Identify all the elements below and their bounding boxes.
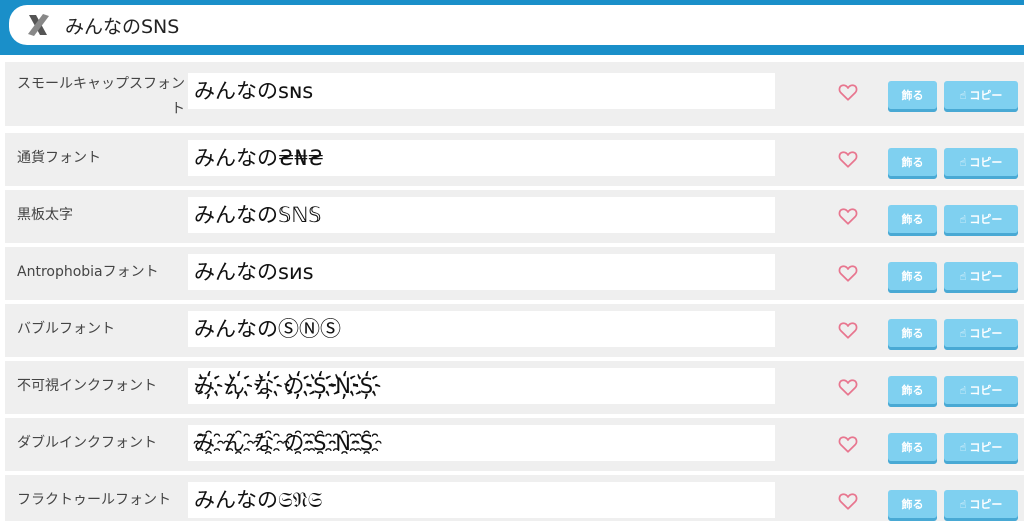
copy-button[interactable]: ☝ コピー	[944, 376, 1018, 404]
font-name-label: バブルフォント	[17, 321, 115, 337]
copy-button-label: コピー	[969, 441, 1003, 454]
copy-button-label: コピー	[969, 498, 1003, 511]
hand-pointer-icon: ☝	[959, 155, 967, 169]
font-preview[interactable]: みんなのꜱɴꜱ	[188, 73, 775, 109]
copy-button[interactable]: ☝ コピー	[944, 433, 1018, 461]
hand-pointer-icon: ☝	[959, 326, 967, 340]
heart-icon[interactable]	[837, 262, 859, 284]
font-preview[interactable]: みんなの₴₦₴	[188, 140, 775, 176]
copy-button-label: コピー	[969, 384, 1003, 397]
copy-button[interactable]: ☝ コピー	[944, 205, 1018, 233]
hand-pointer-icon: ☝	[959, 440, 967, 454]
font-row: 通貨フォント みんなの₴₦₴ 飾る ☝ コピー	[5, 133, 1024, 186]
copy-button-label: コピー	[969, 270, 1003, 283]
decorate-button[interactable]: 飾る	[888, 319, 937, 347]
font-name-label: 通貨フォント	[17, 150, 101, 166]
decorate-button[interactable]: 飾る	[888, 81, 937, 109]
decorate-button[interactable]: 飾る	[888, 490, 937, 518]
hand-pointer-icon: ☝	[959, 497, 967, 511]
font-row: 黒板太字 みんなの𝕊ℕ𝕊 飾る ☝ コピー	[5, 190, 1024, 243]
heart-icon[interactable]	[837, 81, 859, 103]
font-name-label: フラクトゥールフォント	[17, 492, 171, 508]
copy-button[interactable]: ☝ コピー	[944, 148, 1018, 176]
copy-button[interactable]: ☝ コピー	[944, 262, 1018, 290]
top-bar: みんなのSNS	[0, 0, 1024, 55]
heart-icon[interactable]	[837, 490, 859, 512]
heart-icon[interactable]	[837, 148, 859, 170]
decorate-button[interactable]: 飾る	[888, 433, 937, 461]
font-preview[interactable]: み҈ん҈な҈の҈S҈N҈S҈	[188, 425, 775, 461]
font-name-label: ダブルインクフォント	[17, 435, 157, 451]
font-name-label: 黒板太字	[17, 207, 73, 223]
close-x-icon[interactable]	[23, 10, 53, 40]
font-preview[interactable]: みんなのsиs	[188, 254, 775, 290]
decorate-button[interactable]: 飾る	[888, 376, 937, 404]
font-preview[interactable]: み҉ん҉な҉の҉S҉N҉S҉	[188, 368, 775, 404]
hand-pointer-icon: ☝	[959, 383, 967, 397]
decorate-button[interactable]: 飾る	[888, 205, 937, 233]
decorate-button[interactable]: 飾る	[888, 148, 937, 176]
heart-icon[interactable]	[837, 433, 859, 455]
decorate-button[interactable]: 飾る	[888, 262, 937, 290]
copy-button[interactable]: ☝ コピー	[944, 319, 1018, 347]
font-name-label: スモールキャップスフォント	[17, 76, 185, 117]
font-name-label: Antrophobiaフォント	[17, 264, 159, 280]
font-row: 不可視インクフォント み҉ん҉な҉の҉S҉N҉S҉ 飾る ☝ コピー	[5, 361, 1024, 414]
hand-pointer-icon: ☝	[959, 269, 967, 283]
font-preview[interactable]: みんなの𝔖𝔑𝔖	[188, 482, 775, 518]
search-query[interactable]: みんなのSNS	[65, 12, 179, 39]
font-preview[interactable]: みんなの𝕊ℕ𝕊	[188, 197, 775, 233]
font-row: ダブルインクフォント み҈ん҈な҈の҈S҈N҈S҈ 飾る ☝ コピー	[5, 418, 1024, 471]
hand-pointer-icon: ☝	[959, 88, 967, 102]
heart-icon[interactable]	[837, 319, 859, 341]
font-row: Antrophobiaフォント みんなのsиs 飾る ☝ コピー	[5, 247, 1024, 300]
copy-button[interactable]: ☝ コピー	[944, 490, 1018, 518]
font-name-label: 不可視インクフォント	[17, 378, 157, 394]
copy-button-label: コピー	[969, 327, 1003, 340]
copy-button-label: コピー	[969, 89, 1003, 102]
hand-pointer-icon: ☝	[959, 212, 967, 226]
heart-icon[interactable]	[837, 376, 859, 398]
copy-button[interactable]: ☝ コピー	[944, 81, 1018, 109]
copy-button-label: コピー	[969, 213, 1003, 226]
copy-button-label: コピー	[969, 156, 1003, 169]
font-row: スモールキャップスフォント みんなのꜱɴꜱ 飾る ☝ コピー	[5, 62, 1024, 126]
font-row: バブルフォント みんなのⓈⓃⓈ 飾る ☝ コピー	[5, 304, 1024, 357]
heart-icon[interactable]	[837, 205, 859, 227]
font-preview[interactable]: みんなのⓈⓃⓈ	[188, 311, 775, 347]
search-box[interactable]: みんなのSNS	[9, 5, 1024, 45]
font-row: フラクトゥールフォント みんなの𝔖𝔑𝔖 飾る ☝ コピー	[5, 475, 1024, 521]
